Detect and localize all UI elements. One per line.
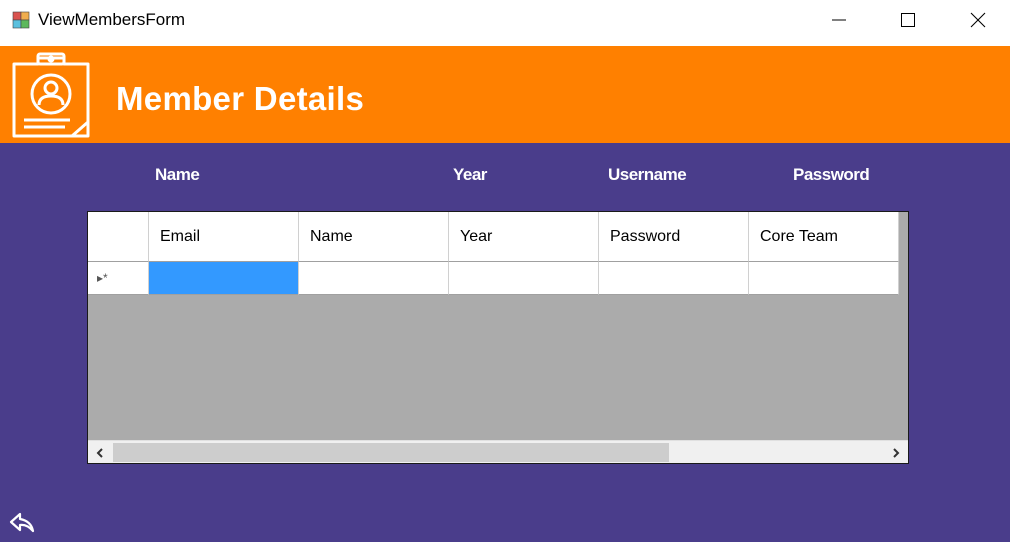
year-label: Year: [453, 165, 487, 184]
clipboard-member-icon: [12, 52, 90, 138]
members-data-grid[interactable]: Email Name Year Password Core Team ▸*: [87, 211, 909, 464]
column-header-email[interactable]: Email: [149, 212, 299, 262]
column-header-name[interactable]: Name: [299, 212, 449, 262]
row-header-corner[interactable]: [88, 212, 149, 262]
maximize-button[interactable]: [885, 0, 931, 40]
minimize-icon: [832, 19, 846, 21]
cell-year[interactable]: [449, 262, 599, 295]
column-header-password[interactable]: Password: [599, 212, 749, 262]
cell-email[interactable]: [149, 262, 299, 295]
close-icon: [970, 12, 986, 28]
grid-header-row: Email Name Year Password Core Team: [88, 212, 899, 262]
scrollbar-thumb[interactable]: [113, 443, 669, 462]
close-button[interactable]: [955, 0, 1001, 40]
chevron-right-icon: [893, 447, 900, 458]
back-arrow-icon[interactable]: [8, 509, 36, 537]
cell-name[interactable]: [299, 262, 449, 295]
password-label: Password: [793, 165, 870, 184]
maximize-icon: [901, 13, 915, 27]
scroll-right-button[interactable]: [884, 441, 908, 463]
app-icon: [12, 11, 30, 29]
page-title: Member Details: [116, 80, 365, 117]
new-row-marker[interactable]: ▸*: [88, 262, 149, 295]
cell-core-team[interactable]: [749, 262, 899, 295]
window-title: ViewMembersForm: [38, 10, 186, 29]
table-row[interactable]: ▸*: [88, 262, 899, 295]
chevron-left-icon: [96, 447, 103, 458]
column-header-core-team[interactable]: Core Team: [749, 212, 899, 262]
window-title-bar: ViewMembersForm: [0, 0, 1010, 40]
scroll-left-button[interactable]: [88, 441, 112, 463]
minimize-button[interactable]: [816, 0, 862, 40]
name-label: Name: [155, 165, 200, 184]
horizontal-scrollbar[interactable]: [88, 440, 908, 463]
header-banner: Member Details: [0, 46, 1010, 143]
main-panel: Name Year Username Password Email Name Y…: [0, 143, 1010, 542]
column-header-year[interactable]: Year: [449, 212, 599, 262]
username-label: Username: [608, 165, 687, 184]
cell-password[interactable]: [599, 262, 749, 295]
